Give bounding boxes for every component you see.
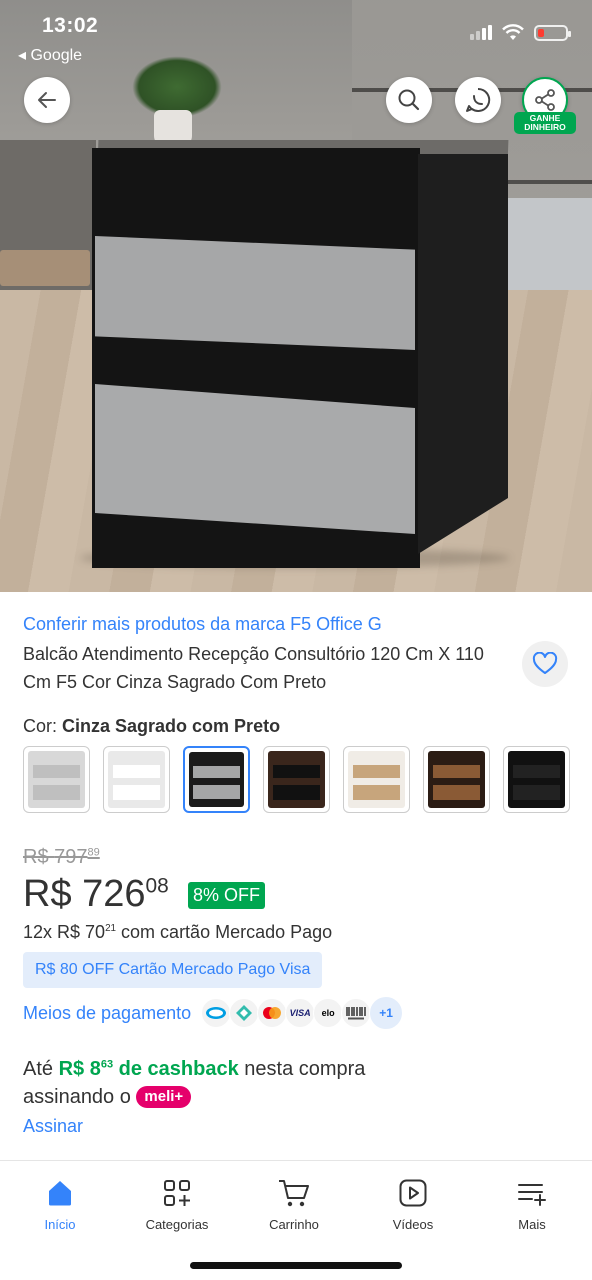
- meli-plus-badge: meli+: [136, 1086, 192, 1108]
- desk-grey-band-upper: [95, 236, 415, 350]
- color-swatch-3[interactable]: [183, 746, 250, 813]
- original-price-currency: R$: [23, 846, 55, 868]
- tab-categorias[interactable]: Categorias: [122, 1175, 232, 1232]
- tab-carrinho[interactable]: Carrinho: [239, 1175, 349, 1232]
- background-wood: [0, 250, 90, 286]
- cart-icon: [279, 1180, 309, 1207]
- swatch-thumbnail: [268, 751, 325, 808]
- product-title: Balcão Atendimento Recepção Consultório …: [23, 644, 484, 692]
- color-swatches: [23, 746, 570, 813]
- search-icon: [398, 89, 420, 111]
- discount-badge: 8% OFF: [188, 882, 266, 909]
- product-photo[interactable]: [0, 0, 592, 592]
- installments-suffix: com cartão Mercado Pago: [116, 922, 333, 942]
- payment-methods-link[interactable]: Meios de pagamento: [23, 1003, 191, 1024]
- reception-desk: [92, 140, 509, 568]
- desk-grey-band-lower: [95, 384, 415, 534]
- status-time: 13:02: [42, 14, 99, 37]
- pix-icon: [229, 998, 260, 1028]
- visa-icon: VISA: [285, 998, 316, 1028]
- color-swatch-1[interactable]: [23, 746, 90, 813]
- home-icon: [49, 1181, 71, 1206]
- boleto-icon: [341, 998, 372, 1028]
- tab-label: Vídeos: [392, 1217, 434, 1232]
- battery-icon: [534, 24, 571, 41]
- back-to-app-link[interactable]: ◂ Google: [18, 45, 82, 65]
- signal-icon: [470, 25, 492, 40]
- original-price-cents: 89: [87, 846, 100, 859]
- favorite-button[interactable]: [522, 641, 568, 687]
- cashback-prefix: Até: [23, 1058, 59, 1080]
- color-swatch-5[interactable]: [343, 746, 410, 813]
- tab-label: Categorias: [145, 1217, 209, 1232]
- back-button[interactable]: [24, 77, 70, 123]
- swatch-thumbnail: [348, 751, 405, 808]
- original-price-int: 797: [54, 846, 88, 868]
- earn-money-badge[interactable]: GANHE DINHEIRO: [514, 112, 576, 134]
- original-price: R$ 79789: [23, 846, 100, 869]
- status-icons: [470, 24, 571, 41]
- color-selector-label: Cor: Cinza Sagrado com Preto: [23, 716, 280, 737]
- swatch-thumbnail: [108, 751, 165, 808]
- tab-label: Carrinho: [269, 1217, 319, 1232]
- color-value: Cinza Sagrado com Preto: [62, 716, 281, 736]
- current-price: R$ 72608: [23, 873, 169, 916]
- cashback-amount-suffix: de cashback: [113, 1058, 239, 1080]
- more-payment-methods[interactable]: +1: [369, 996, 404, 1030]
- cashback-text: Até R$ 863 de cashback nesta compra assi…: [23, 1055, 423, 1111]
- tab-label: Mais: [518, 1217, 546, 1232]
- share-icon: [535, 89, 555, 111]
- elo-icon: elo: [313, 998, 344, 1028]
- cashback-amount-cents: 63: [100, 1058, 114, 1071]
- categories-icon: [164, 1180, 190, 1206]
- whatsapp-share-icon: [466, 87, 491, 112]
- video-icon: [399, 1179, 427, 1207]
- mercadopago-icon: [201, 998, 232, 1028]
- price-cents: 08: [145, 874, 169, 898]
- desk-side: [418, 154, 508, 554]
- whatsapp-share-button[interactable]: [455, 77, 501, 123]
- color-swatch-4[interactable]: [263, 746, 330, 813]
- plant-leaves: [132, 56, 222, 118]
- color-swatch-2[interactable]: [103, 746, 170, 813]
- home-indicator: [190, 1262, 402, 1269]
- wifi-icon: [502, 24, 524, 40]
- mastercard-icon: [257, 998, 288, 1028]
- swatch-thumbnail: [508, 751, 565, 808]
- tab-mais[interactable]: Mais: [477, 1175, 587, 1232]
- arrow-left-icon: [38, 92, 56, 108]
- payment-methods-row[interactable]: Meios de pagamento VISA elo +1: [23, 996, 404, 1030]
- price-int: 726: [82, 873, 146, 915]
- menu-plus-icon: [518, 1184, 546, 1206]
- tab-videos[interactable]: Vídeos: [358, 1175, 468, 1232]
- cashback-amount: R$ 863 de cashback: [59, 1058, 239, 1080]
- installments-cents: 21: [105, 923, 117, 934]
- brand-link[interactable]: Conferir mais produtos da marca F5 Offic…: [23, 614, 382, 635]
- heart-icon: [532, 652, 558, 674]
- search-button[interactable]: [386, 77, 432, 123]
- price-currency: R$: [23, 873, 83, 915]
- subscribe-link[interactable]: Assinar: [23, 1116, 83, 1137]
- color-label: Cor:: [23, 716, 63, 736]
- tab-inicio[interactable]: Início: [5, 1175, 115, 1232]
- swatch-thumbnail: [428, 751, 485, 808]
- installments-text: 12x R$ 7021 com cartão Mercado Pago: [23, 922, 332, 943]
- color-swatch-7[interactable]: [503, 746, 570, 813]
- tab-label: Início: [44, 1217, 76, 1232]
- swatch-thumbnail: [28, 751, 85, 808]
- installments-prefix: 12x R$ 70: [23, 922, 106, 942]
- swatch-thumbnail: [189, 752, 244, 807]
- cashback-amount-int: R$ 8: [58, 1058, 101, 1080]
- color-swatch-6[interactable]: [423, 746, 490, 813]
- card-promo-banner[interactable]: R$ 80 OFF Cartão Mercado Pago Visa: [23, 952, 323, 988]
